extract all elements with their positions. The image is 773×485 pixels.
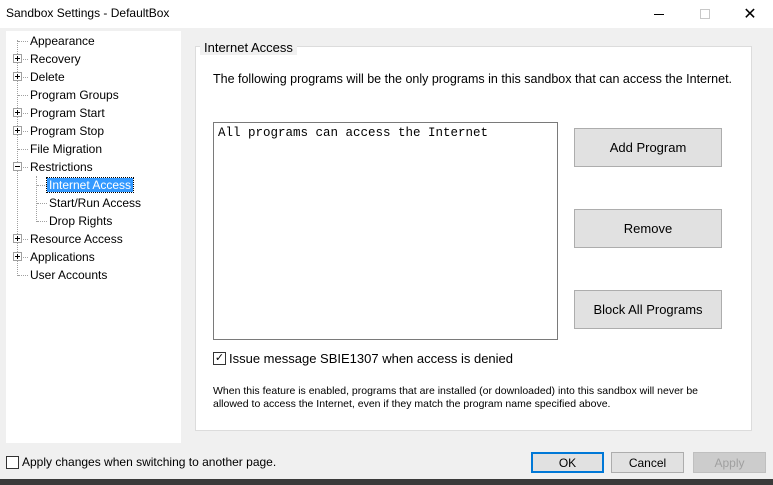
- tree-item-label: Resource Access: [30, 232, 123, 246]
- tree-item-label: Start/Run Access: [49, 196, 142, 210]
- tree-connector: [23, 239, 28, 240]
- issue-message-label: Issue message SBIE1307 when access is de…: [229, 351, 514, 366]
- tree-item-label: Recovery: [30, 52, 81, 66]
- maximize-button: [682, 0, 728, 28]
- tree-item-appearance[interactable]: Appearance: [30, 33, 95, 50]
- tree-connector: [23, 257, 28, 258]
- tree-item-label: Appearance: [30, 34, 95, 48]
- issue-message-checkbox[interactable]: ✓: [213, 352, 226, 365]
- tree-item-label: Program Stop: [30, 124, 105, 138]
- maximize-icon: [700, 9, 710, 19]
- tree-connector: [37, 203, 47, 204]
- title-bar: Sandbox Settings - DefaultBox ✕: [0, 0, 773, 28]
- tree-item-label: Restrictions: [30, 160, 93, 174]
- close-icon: ✕: [743, 6, 757, 23]
- list-item[interactable]: All programs can access the Internet: [218, 126, 488, 140]
- tree-connector: [18, 41, 28, 42]
- tree-item-restrictions[interactable]: Restrictions: [30, 159, 93, 176]
- remove-button[interactable]: Remove: [574, 209, 722, 248]
- tree-item-label: Program Start: [30, 106, 105, 120]
- minimize-button[interactable]: [636, 0, 682, 28]
- close-button[interactable]: ✕: [727, 0, 773, 28]
- expand-plus-icon[interactable]: [13, 72, 22, 81]
- tree-item-label: Drop Rights: [49, 214, 113, 228]
- apply-on-switch-checkbox[interactable]: [6, 455, 19, 469]
- tree-item-user-accounts[interactable]: User Accounts: [30, 267, 107, 284]
- tree-item-label-selected: Internet Access: [45, 177, 135, 193]
- window-bottom-edge: [0, 479, 773, 485]
- tree-child-line: [36, 176, 37, 222]
- cancel-button[interactable]: Cancel: [611, 452, 684, 473]
- tree-connector: [23, 113, 28, 114]
- add-program-button[interactable]: Add Program: [574, 128, 722, 167]
- tree-item-label: Program Groups: [30, 88, 119, 102]
- block-all-programs-button[interactable]: Block All Programs: [574, 290, 722, 329]
- tree-item-start-run-access[interactable]: Start/Run Access: [49, 195, 141, 212]
- tree-item-applications[interactable]: Applications: [30, 249, 95, 266]
- tree-item-delete[interactable]: Delete: [30, 69, 65, 86]
- description-text: The following programs will be the only …: [213, 72, 733, 86]
- tree-connector: [18, 149, 28, 150]
- checkmark-icon: ✓: [214, 352, 225, 364]
- apply-on-switch-row[interactable]: Apply changes when switching to another …: [6, 455, 276, 469]
- tree-connector: [23, 167, 28, 168]
- tree-item-program-start[interactable]: Program Start: [30, 105, 105, 122]
- tree-item-resource-access[interactable]: Resource Access: [30, 231, 123, 248]
- tree-connector: [18, 95, 28, 96]
- tree-item-label: User Accounts: [30, 268, 108, 282]
- tree-connector: [18, 275, 28, 276]
- tree-item-label: Applications: [30, 250, 95, 264]
- tree-item-label: Delete: [30, 70, 65, 84]
- tree-item-program-stop[interactable]: Program Stop: [30, 123, 104, 140]
- tree-item-file-migration[interactable]: File Migration: [30, 141, 102, 158]
- tree-item-internet-access[interactable]: Internet Access: [45, 177, 135, 194]
- issue-message-checkbox-row[interactable]: ✓ Issue message SBIE1307 when access is …: [213, 351, 513, 366]
- minimize-icon: [654, 13, 664, 15]
- collapse-minus-icon[interactable]: [13, 162, 22, 171]
- settings-tree[interactable]: Appearance Recovery Delete Program Group…: [6, 31, 181, 443]
- expand-plus-icon[interactable]: [13, 234, 22, 243]
- settings-panel: Internet Access The following programs w…: [185, 31, 766, 443]
- expand-plus-icon[interactable]: [13, 108, 22, 117]
- ok-button[interactable]: OK: [531, 452, 604, 473]
- tree-item-program-groups[interactable]: Program Groups: [30, 87, 119, 104]
- dialog-client-area: Appearance Recovery Delete Program Group…: [0, 28, 773, 485]
- tree-item-recovery[interactable]: Recovery: [30, 51, 81, 68]
- tree-item-label: File Migration: [30, 142, 103, 156]
- apply-button: Apply: [693, 452, 766, 473]
- feature-note-text: When this feature is enabled, programs t…: [213, 385, 699, 410]
- tree-connector: [23, 131, 28, 132]
- tree-item-drop-rights[interactable]: Drop Rights: [49, 213, 112, 230]
- tree-connector: [23, 59, 28, 60]
- tree-connector: [37, 185, 47, 186]
- tree-connector: [37, 221, 47, 222]
- group-title: Internet Access: [200, 40, 297, 55]
- expand-plus-icon[interactable]: [13, 252, 22, 261]
- window-title: Sandbox Settings - DefaultBox: [6, 6, 170, 20]
- expand-plus-icon[interactable]: [13, 54, 22, 63]
- program-listbox[interactable]: All programs can access the Internet: [213, 122, 558, 340]
- apply-on-switch-label: Apply changes when switching to another …: [22, 455, 277, 469]
- tree-connector: [23, 77, 28, 78]
- expand-plus-icon[interactable]: [13, 126, 22, 135]
